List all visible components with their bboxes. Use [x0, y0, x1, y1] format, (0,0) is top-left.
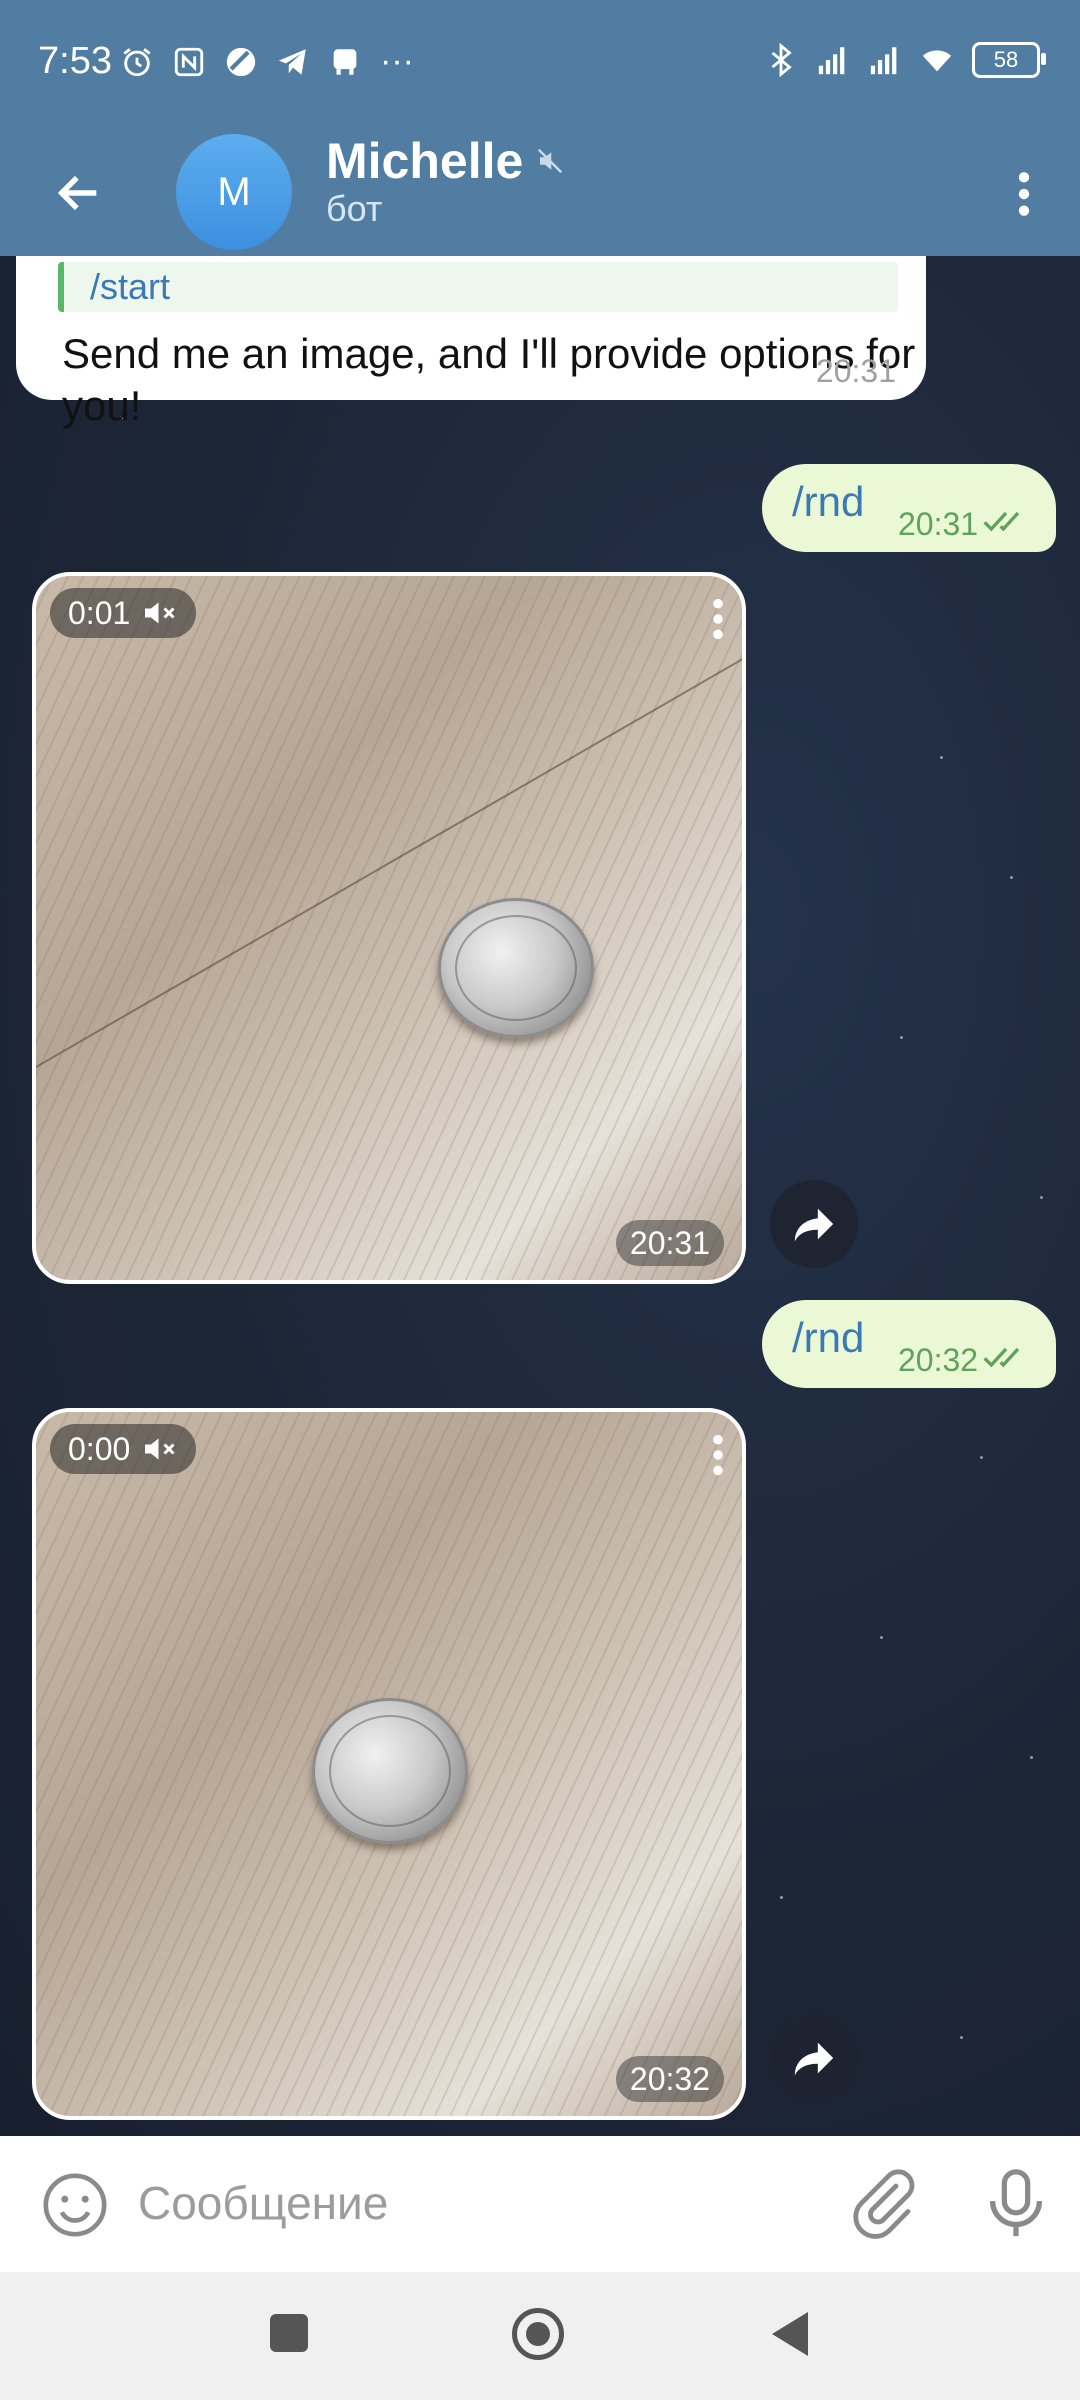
- incoming-message[interactable]: /start Send me an image, and I'll provid…: [16, 256, 926, 429]
- background-star: [1040, 1196, 1043, 1199]
- signal-icon: [870, 47, 897, 75]
- video-frame: [36, 576, 742, 1280]
- message-time: 20:32: [898, 1342, 979, 1378]
- double-check-icon: [983, 1347, 1020, 1368]
- app-icon: [226, 47, 256, 76]
- muted-speaker-icon: [145, 602, 175, 624]
- share-button[interactable]: [770, 1180, 858, 1268]
- outgoing-message[interactable]: /rnd 20:31: [762, 464, 1056, 552]
- chat-title[interactable]: Michelle: [326, 132, 565, 190]
- video-duration-badge[interactable]: 0:01: [50, 588, 197, 638]
- video-menu-button[interactable]: [712, 596, 724, 647]
- bus-icon: [333, 48, 357, 75]
- kebab-menu-icon: [1018, 172, 1030, 216]
- video-duration: 0:00: [68, 1430, 131, 1467]
- recents-button[interactable]: [270, 2314, 308, 2352]
- share-button[interactable]: [770, 2014, 858, 2102]
- nfc-icon: [174, 47, 204, 76]
- message-time: 20:32: [615, 2056, 724, 2102]
- message-time: 20:31: [815, 353, 896, 389]
- chat-title-text: Michelle: [326, 133, 524, 189]
- status-time: 7:53: [38, 40, 112, 82]
- signal-icon: [818, 47, 845, 75]
- video-duration-badge[interactable]: 0:00: [50, 1424, 197, 1474]
- bluetooth-icon: [771, 43, 792, 77]
- video-duration: 0:01: [68, 594, 131, 631]
- kebab-menu-icon: [713, 598, 723, 640]
- background-star: [940, 756, 943, 759]
- more-icon: ···: [380, 42, 414, 80]
- video-message[interactable]: 0:01 20:31: [32, 572, 746, 1284]
- emoji-icon[interactable]: [40, 2170, 110, 2240]
- double-check-icon: [983, 511, 1020, 532]
- background-star: [780, 1896, 783, 1899]
- kebab-menu-icon: [713, 1434, 723, 1476]
- more-options-button[interactable]: [992, 154, 1056, 234]
- system-navigation-bar: [0, 2272, 1080, 2400]
- message-time: 20:31: [615, 1220, 724, 1266]
- background-star: [1010, 876, 1013, 879]
- back-button[interactable]: [44, 158, 114, 228]
- share-arrow-icon: [794, 1208, 834, 1242]
- top-bar: 7:53 ··· 58 M Michelle бот: [0, 0, 1080, 256]
- battery-indicator: 58: [972, 42, 1046, 78]
- status-right-icons: 58: [764, 42, 1046, 78]
- alarm-icon: [123, 47, 151, 76]
- reply-preview[interactable]: /start: [58, 262, 898, 312]
- status-left-icons: ···: [120, 42, 414, 81]
- coin: [438, 898, 594, 1038]
- status-bar: 7:53 ··· 58: [0, 0, 1080, 128]
- chat-header: M Michelle бот: [0, 128, 1080, 256]
- reply-text: /start: [90, 266, 171, 307]
- home-button[interactable]: [512, 2308, 564, 2360]
- background-star: [1030, 1756, 1033, 1759]
- muted-speaker-icon: [145, 1438, 175, 1460]
- command-link[interactable]: /rnd: [792, 1314, 864, 1362]
- message-time: 20:31: [898, 506, 979, 542]
- video-message[interactable]: 0:00 20:32: [32, 1408, 746, 2120]
- command-link[interactable]: /rnd: [792, 478, 864, 526]
- arrow-left-icon: [57, 175, 97, 211]
- coin: [312, 1698, 468, 1844]
- video-menu-button[interactable]: [712, 1432, 724, 1483]
- message-input-bar: Сообщение: [0, 2136, 1080, 2272]
- chat-subtitle: бот: [326, 188, 383, 229]
- background-star: [880, 1636, 883, 1639]
- message-text: Send me an image, and I'll provide optio…: [62, 330, 916, 429]
- message-input[interactable]: Сообщение: [138, 2176, 388, 2230]
- background-star: [960, 2036, 963, 2039]
- background-star: [980, 1456, 983, 1459]
- wifi-icon: [922, 50, 952, 72]
- microphone-icon[interactable]: [980, 2166, 1052, 2242]
- avatar[interactable]: M: [176, 134, 292, 250]
- mute-icon: [538, 148, 563, 174]
- chat-area[interactable]: /start Send me an image, and I'll provid…: [0, 256, 1080, 2136]
- telegram-icon: [278, 48, 306, 75]
- outgoing-message[interactable]: /rnd 20:32: [762, 1300, 1056, 1388]
- background-star: [900, 1036, 903, 1039]
- share-arrow-icon: [794, 2042, 834, 2076]
- paperclip-icon[interactable]: [848, 2168, 920, 2240]
- back-nav-button[interactable]: [772, 2312, 808, 2356]
